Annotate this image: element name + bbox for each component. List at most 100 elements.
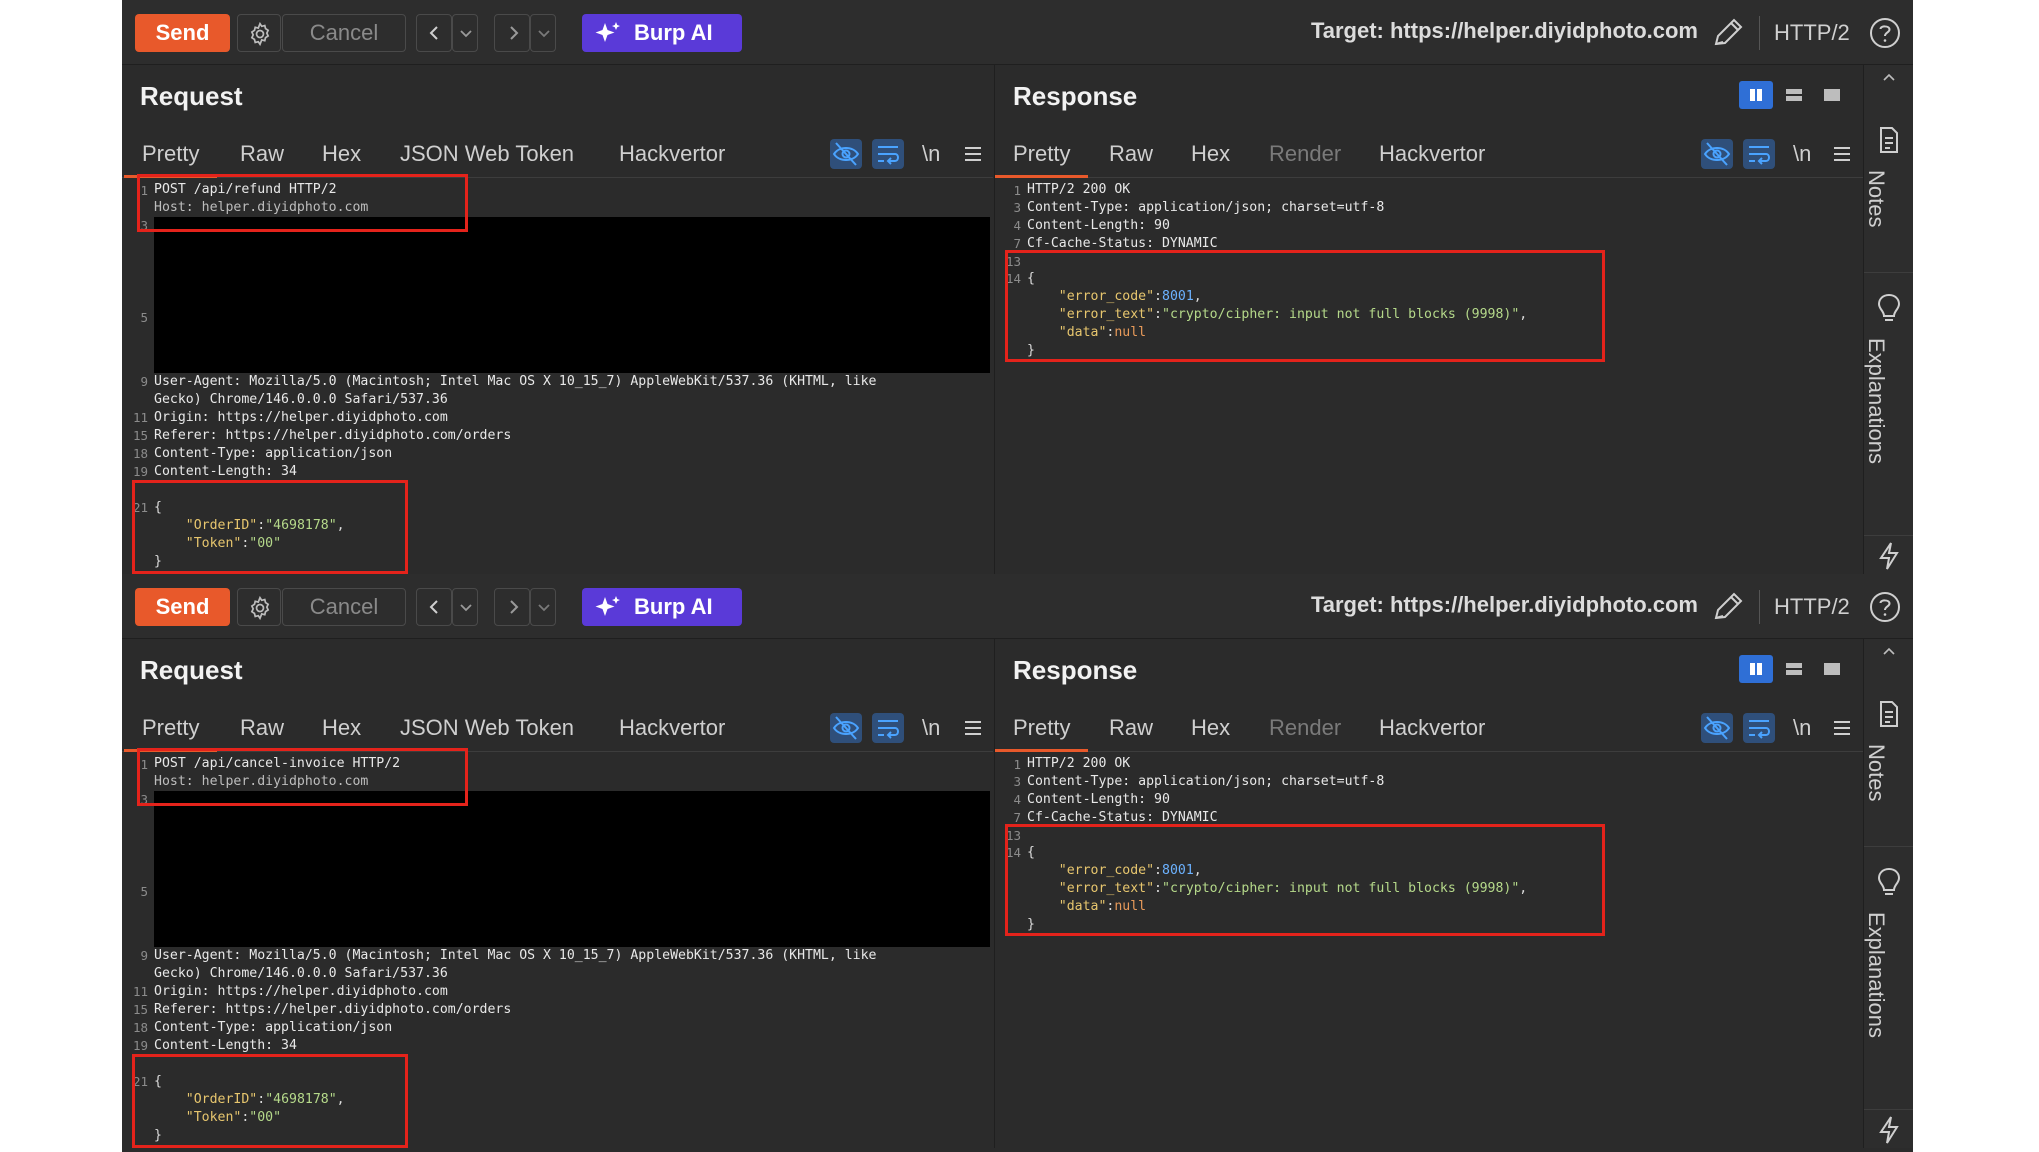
tab-json-web-token[interactable]: JSON Web Token [400,141,574,167]
eye-off-icon[interactable] [830,139,862,169]
tab-raw[interactable]: Raw [1109,141,1153,167]
menu-icon[interactable] [1831,143,1853,165]
lightbulb-icon[interactable] [1876,292,1902,324]
tab-render[interactable]: Render [1269,715,1341,741]
tab-pretty[interactable]: Pretty [994,141,1090,178]
bolt-icon[interactable] [1876,1115,1902,1145]
protocol-label[interactable]: HTTP/2 [1774,594,1850,620]
burp-ai-button[interactable]: Burp AI [582,14,742,52]
burp-ai-button[interactable]: Burp AI [582,588,742,626]
back-history-dropdown[interactable] [452,14,478,52]
tab-render[interactable]: Render [1269,141,1341,167]
redacted-cookie-block [154,791,990,947]
settings-button[interactable] [237,588,281,626]
response-editor[interactable]: 1 3 4 7 13 14 HTTP/2 200 OK Content-Type… [995,752,1863,1148]
tab-hex[interactable]: Hex [1191,715,1230,741]
tab-pretty[interactable]: Pretty [123,715,219,752]
eye-off-icon[interactable] [830,713,862,743]
layout-split-columns-button[interactable] [1739,655,1773,683]
lightbulb-icon[interactable] [1876,866,1902,898]
single-pane-icon [1824,663,1840,675]
content-type-header: Content-Type: application/json; charset=… [1027,774,1385,789]
repeater-pane: Send Cancel Burp AI Target: https://help… [122,0,1913,574]
line-number: 7 [1013,236,1021,251]
sparkle-icon [595,22,620,42]
chevron-down-icon [538,604,550,612]
notes-tab[interactable]: Notes [1863,170,1889,227]
explanations-tab[interactable]: Explanations [1863,912,1889,1038]
forward-button[interactable] [494,14,530,52]
newline-toggle[interactable]: \n [1793,141,1811,167]
tab-raw[interactable]: Raw [1109,715,1153,741]
tab-raw[interactable]: Raw [240,715,284,741]
cancel-button[interactable]: Cancel [282,14,406,52]
tab-json-web-token[interactable]: JSON Web Token [400,715,574,741]
tab-hex[interactable]: Hex [322,715,361,741]
back-history-dropdown[interactable] [452,588,478,626]
menu-icon[interactable] [1831,717,1853,739]
layout-split-rows-button[interactable] [1777,655,1811,683]
pencil-icon[interactable] [1710,590,1746,624]
back-button[interactable] [416,588,452,626]
bolt-icon[interactable] [1876,541,1902,571]
send-button[interactable]: Send [135,588,230,626]
pencil-icon[interactable] [1710,16,1746,50]
chevron-up-icon[interactable] [1881,71,1897,83]
chevron-right-icon [510,26,519,40]
request-editor[interactable]: 1 3 5 9 11 15 18 19 21 POST /api/refund … [122,174,993,574]
line-number: 19 [132,464,148,479]
request-editor[interactable]: 1 3 5 9 11 15 18 19 21 POST /api/cancel-… [122,748,993,1148]
menu-icon[interactable] [962,143,984,165]
burp-ai-label: Burp AI [634,20,713,45]
newline-toggle[interactable]: \n [922,141,940,167]
line-number: 11 [132,410,148,425]
notes-icon[interactable] [1876,699,1902,729]
help-icon[interactable] [1868,590,1902,624]
line-number: 9 [140,948,148,963]
layout-tabs-button[interactable] [1815,81,1849,109]
protocol-label[interactable]: HTTP/2 [1774,20,1850,46]
layout-split-rows-button[interactable] [1777,81,1811,109]
layout-split-columns-button[interactable] [1739,81,1773,109]
line-number: 4 [1013,792,1021,807]
newline-toggle[interactable]: \n [922,715,940,741]
chevron-up-icon[interactable] [1881,645,1897,657]
toolbar-divider [1759,16,1760,50]
tab-hex[interactable]: Hex [1191,141,1230,167]
forward-history-dropdown[interactable] [530,588,556,626]
response-editor[interactable]: 1 3 4 7 13 14 HTTP/2 200 OK Content-Type… [995,178,1863,574]
eye-off-icon[interactable] [1701,139,1733,169]
response-title: Response [1013,81,1138,111]
explanations-tab[interactable]: Explanations [1863,338,1889,464]
tab-raw[interactable]: Raw [240,141,284,167]
forward-history-dropdown[interactable] [530,14,556,52]
status-line: HTTP/2 200 OK [1027,182,1131,197]
send-button[interactable]: Send [135,14,230,52]
notes-icon[interactable] [1876,125,1902,155]
wrap-icon[interactable] [1743,713,1775,743]
wrap-icon[interactable] [1743,139,1775,169]
tab-hex[interactable]: Hex [322,141,361,167]
wrap-icon[interactable] [872,139,904,169]
help-icon[interactable] [1868,16,1902,50]
tab-hackvertor[interactable]: Hackvertor [619,715,725,741]
tab-hackvertor[interactable]: Hackvertor [619,141,725,167]
eye-off-icon[interactable] [1701,713,1733,743]
forward-button[interactable] [494,588,530,626]
back-button[interactable] [416,14,452,52]
tab-hackvertor[interactable]: Hackvertor [1379,715,1485,741]
response-panel: Response Pretty Raw Hex Render Hackverto… [994,65,1863,574]
settings-button[interactable] [237,14,281,52]
tab-pretty[interactable]: Pretty [123,141,219,178]
request-title: Request [140,81,243,111]
layout-tabs-button[interactable] [1815,655,1849,683]
newline-toggle[interactable]: \n [1793,715,1811,741]
menu-icon[interactable] [962,717,984,739]
chevron-right-icon [510,600,519,614]
wrap-icon[interactable] [872,713,904,743]
notes-tab[interactable]: Notes [1863,744,1889,801]
tab-hackvertor[interactable]: Hackvertor [1379,141,1485,167]
cancel-button[interactable]: Cancel [282,588,406,626]
line-number: 11 [132,984,148,999]
tab-pretty[interactable]: Pretty [994,715,1090,752]
